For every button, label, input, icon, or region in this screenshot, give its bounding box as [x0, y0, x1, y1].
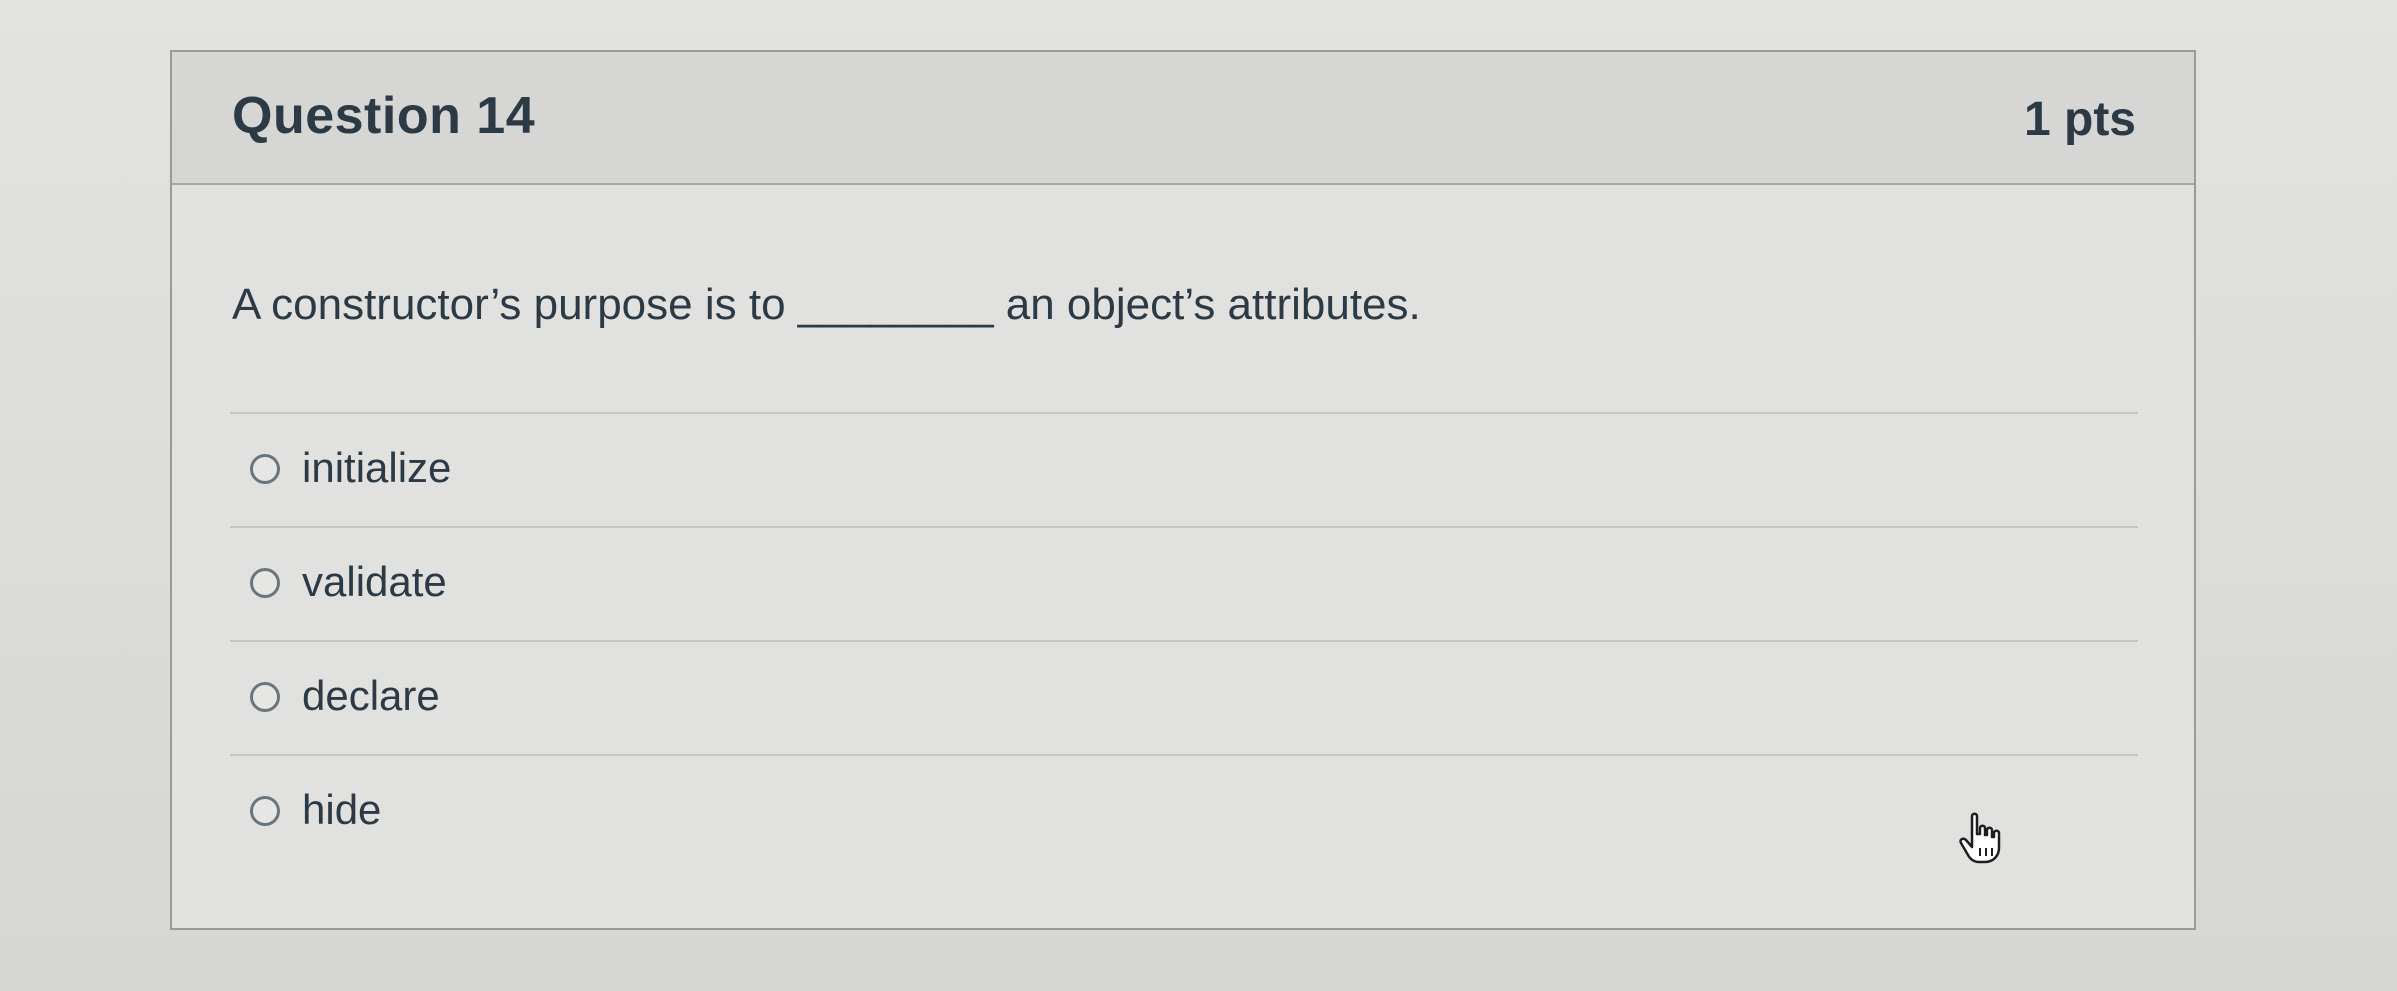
answer-label[interactable]: hide	[302, 786, 381, 834]
question-text: A constructor’s purpose is to ________ a…	[232, 280, 1421, 329]
answer-label[interactable]: declare	[302, 672, 440, 720]
hand-pointer-icon	[1959, 812, 2001, 864]
answer-list: initialize validate declare hide	[230, 412, 2138, 868]
answer-option-hide[interactable]: hide	[230, 754, 2138, 868]
answer-option-initialize[interactable]: initialize	[230, 412, 2138, 526]
question-points: 1 pts	[2023, 93, 2136, 146]
radio-button-icon[interactable]	[250, 454, 280, 484]
question-header: Question 14 1 pts	[172, 52, 2194, 185]
answer-label[interactable]: validate	[302, 558, 447, 606]
question-title: Question 14	[232, 87, 536, 145]
answer-option-validate[interactable]: validate	[230, 526, 2138, 640]
radio-button-icon[interactable]	[250, 682, 280, 712]
answer-option-declare[interactable]: declare	[230, 640, 2138, 754]
radio-button-icon[interactable]	[250, 568, 280, 598]
radio-button-icon[interactable]	[250, 796, 280, 826]
question-card: Question 14 1 pts A constructor’s purpos…	[170, 50, 2196, 930]
answer-label[interactable]: initialize	[302, 444, 451, 492]
